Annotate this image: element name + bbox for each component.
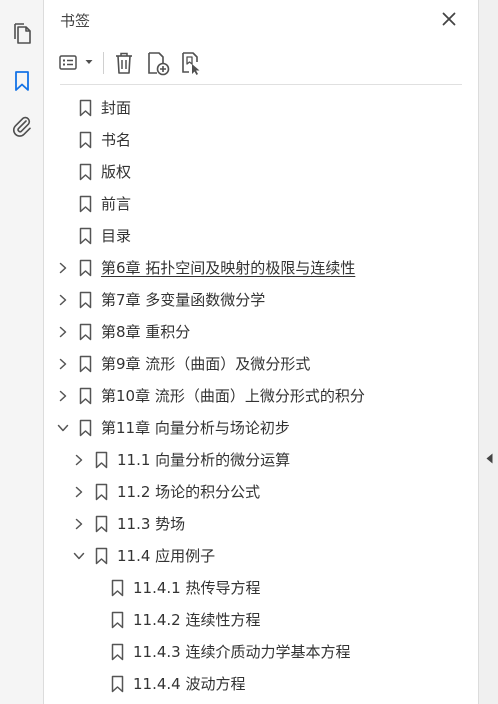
bookmark-icon (110, 643, 124, 661)
bookmark-icon (110, 611, 124, 629)
toolbar-divider (60, 84, 462, 85)
bookmark-icon (78, 99, 92, 117)
chevron-right-icon[interactable] (56, 293, 70, 307)
bookmark-icon (94, 483, 108, 501)
chevron-right-icon[interactable] (56, 325, 70, 339)
chevron-right-icon[interactable] (56, 389, 70, 403)
navigation-rail (0, 0, 44, 704)
bookmarks-panel: 书签 封面 书名 版权 前言 目录 第6章 拓扑空间及映射的极限与连续性 第7章… (44, 0, 478, 704)
bookmark-icon (78, 163, 92, 181)
bookmark-item[interactable]: 第11章 向量分析与场论初步 (44, 412, 478, 444)
chevron-right-icon[interactable] (72, 453, 86, 467)
bookmark-label: 版权 (101, 163, 132, 181)
bookmark-icon (78, 387, 92, 405)
bookmark-label: 11.4.3 连续介质动力学基本方程 (133, 643, 351, 661)
delete-bookmark-button[interactable] (110, 49, 138, 77)
chevron-down-icon[interactable] (72, 549, 86, 563)
bookmark-item[interactable]: 11.4.3 连续介质动力学基本方程 (44, 636, 478, 668)
bookmark-label: 11.2 场论的积分公式 (117, 483, 261, 501)
bookmark-label: 11.4.2 连续性方程 (133, 611, 261, 629)
bookmark-icon (94, 515, 108, 533)
bookmark-label: 11.3 势场 (117, 515, 186, 533)
bookmark-label: 第6章 拓扑空间及映射的极限与连续性 (101, 259, 356, 277)
bookmark-item[interactable]: 11.4.2 连续性方程 (44, 604, 478, 636)
chevron-right-icon[interactable] (72, 485, 86, 499)
close-button[interactable] (438, 8, 460, 30)
bookmark-item[interactable]: 目录 (44, 220, 478, 252)
bookmark-item[interactable]: 前言 (44, 188, 478, 220)
bookmark-item[interactable]: 第8章 重积分 (44, 316, 478, 348)
chevron-down-icon[interactable] (56, 421, 70, 435)
bookmark-item[interactable]: 第10章 流形（曲面）上微分形式的积分 (44, 380, 478, 412)
bookmark-icon (78, 323, 92, 341)
bookmark-item[interactable]: 版权 (44, 156, 478, 188)
new-bookmark-icon (145, 50, 171, 76)
new-bookmark-button[interactable] (144, 49, 172, 77)
bookmark-icon (110, 675, 124, 693)
bookmark-item[interactable]: 第9章 流形（曲面）及微分形式 (44, 348, 478, 380)
bookmark-search-icon (179, 50, 205, 76)
bookmark-icon (94, 547, 108, 565)
bookmark-icon (78, 195, 92, 213)
bookmark-icon (78, 131, 92, 149)
pages-icon (11, 22, 33, 46)
bookmarks-panel-button[interactable] (8, 67, 36, 95)
bookmark-item[interactable]: 第7章 多变量函数微分学 (44, 284, 478, 316)
chevron-left-icon (486, 453, 493, 464)
bookmarks-toolbar (44, 44, 478, 84)
bookmark-label: 第7章 多变量函数微分学 (101, 291, 266, 309)
bookmark-icon (14, 70, 30, 92)
panel-splitter[interactable] (478, 0, 498, 704)
collapse-panel-button[interactable] (483, 450, 495, 466)
bookmark-item[interactable]: 11.4 应用例子 (44, 540, 478, 572)
bookmark-label: 第8章 重积分 (101, 323, 191, 341)
chevron-right-icon[interactable] (56, 261, 70, 275)
bookmark-label: 第11章 向量分析与场论初步 (101, 419, 290, 437)
bookmark-label: 11.4 应用例子 (117, 547, 216, 565)
bookmark-label: 封面 (101, 99, 132, 117)
bookmark-icon (78, 355, 92, 373)
attachment-icon (11, 115, 33, 137)
bookmark-label: 前言 (101, 195, 132, 213)
chevron-right-icon[interactable] (56, 357, 70, 371)
attachments-button[interactable] (8, 112, 36, 140)
bookmark-label: 书名 (101, 131, 132, 149)
bookmark-item[interactable]: 书名 (44, 124, 478, 156)
bookmark-icon (78, 291, 92, 309)
bookmark-item[interactable]: 11.3 势场 (44, 508, 478, 540)
bookmark-icon (78, 227, 92, 245)
bookmark-label: 第9章 流形（曲面）及微分形式 (101, 355, 311, 373)
bookmark-label: 11.4.4 波动方程 (133, 675, 246, 693)
bookmark-label: 目录 (101, 227, 132, 245)
bookmark-icon (78, 259, 92, 277)
bookmark-label: 11.4.1 热传导方程 (133, 579, 261, 597)
bookmarks-window: 书签 封面 书名 版权 前言 目录 第6章 拓扑空间及映射的极限与连续性 第7章… (0, 0, 498, 704)
bookmark-label: 11.1 向量分析的微分运算 (117, 451, 291, 469)
bookmark-label: 第10章 流形（曲面）上微分形式的积分 (101, 387, 365, 405)
panel-title: 书签 (60, 12, 91, 30)
close-icon (442, 12, 456, 26)
chevron-down-icon (85, 59, 93, 65)
trash-icon (113, 51, 135, 75)
bookmark-icon (78, 419, 92, 437)
bookmark-item[interactable]: 封面 (44, 92, 478, 124)
find-bookmark-button[interactable] (178, 49, 206, 77)
bookmark-item[interactable]: 11.4.4 波动方程 (44, 668, 478, 700)
bookmark-icon (94, 451, 108, 469)
toolbar-separator (103, 52, 104, 74)
bookmark-item[interactable]: 11.4.1 热传导方程 (44, 572, 478, 604)
options-menu-button[interactable] (58, 49, 98, 77)
chevron-right-icon[interactable] (72, 517, 86, 531)
bookmark-item[interactable]: 第6章 拓扑空间及映射的极限与连续性 (44, 252, 478, 284)
bookmark-item[interactable]: 11.1 向量分析的微分运算 (44, 444, 478, 476)
bookmark-icon (110, 579, 124, 597)
bookmark-item[interactable]: 11.2 场论的积分公式 (44, 476, 478, 508)
page-thumbnails-button[interactable] (8, 20, 36, 48)
